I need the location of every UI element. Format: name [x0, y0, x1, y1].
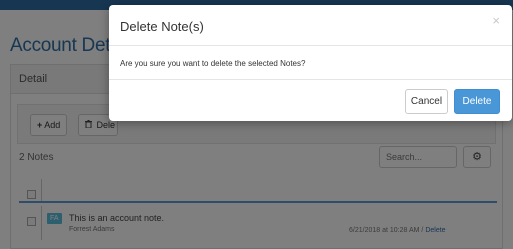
dialog-header: Delete Note(s) ×: [109, 5, 512, 46]
delete-notes-dialog: Delete Note(s) × Are you sure you want t…: [109, 5, 512, 121]
dialog-footer: Cancel Delete: [109, 80, 512, 121]
close-icon[interactable]: ×: [492, 13, 500, 28]
cancel-button[interactable]: Cancel: [405, 89, 448, 114]
dialog-title: Delete Note(s): [120, 19, 204, 34]
dialog-body: Are you sure you want to delete the sele…: [109, 46, 512, 80]
dialog-message: Are you sure you want to delete the sele…: [120, 59, 306, 68]
confirm-delete-button[interactable]: Delete: [454, 89, 500, 114]
